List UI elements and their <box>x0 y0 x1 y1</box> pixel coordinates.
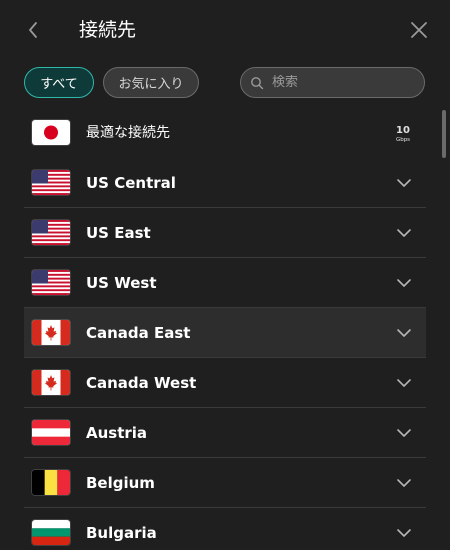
location-label: Canada West <box>86 374 197 392</box>
search-box[interactable] <box>240 67 425 98</box>
location-label: US Central <box>86 174 176 192</box>
location-row-us-central[interactable]: US Central <box>24 158 426 208</box>
location-label: Austria <box>86 424 148 442</box>
chevron-down-icon[interactable] <box>396 525 412 541</box>
canada-flag-icon <box>32 370 70 395</box>
best-location-label: 最適な接続先 <box>86 125 170 141</box>
location-list: 最適な接続先 10 Gbps US Central US East US Wes… <box>24 108 426 550</box>
locations-panel: 接続先 すべて お気に入り 最適な接続先 10 Gbps <box>0 0 450 550</box>
page-title: 接続先 <box>79 19 137 41</box>
chevron-down-icon[interactable] <box>396 325 412 341</box>
chevron-down-icon[interactable] <box>396 225 412 241</box>
location-row-us-east[interactable]: US East <box>24 208 426 258</box>
best-location-row[interactable]: 最適な接続先 10 Gbps <box>24 108 426 158</box>
location-row-belgium[interactable]: Belgium <box>24 458 426 508</box>
bulgaria-flag-icon <box>32 520 70 545</box>
canada-flag-icon <box>32 320 70 345</box>
location-label: Canada East <box>86 324 191 342</box>
svg-text:10: 10 <box>396 125 410 136</box>
svg-text:Gbps: Gbps <box>396 137 410 143</box>
chevron-down-icon[interactable] <box>396 475 412 491</box>
location-label: Belgium <box>86 474 155 492</box>
chevron-down-icon[interactable] <box>396 425 412 441</box>
location-row-austria[interactable]: Austria <box>24 408 426 458</box>
location-label: Bulgaria <box>86 524 157 542</box>
us-flag-icon <box>32 220 70 245</box>
chevron-down-icon[interactable] <box>396 275 412 291</box>
search-icon <box>251 76 264 89</box>
belgium-flag-icon <box>32 470 70 495</box>
us-flag-icon <box>32 270 70 295</box>
us-flag-icon <box>32 170 70 195</box>
location-row-us-west[interactable]: US West <box>24 258 426 308</box>
location-label: US East <box>86 224 151 242</box>
search-input[interactable] <box>272 75 412 90</box>
back-button[interactable] <box>22 18 46 42</box>
header: 接続先 <box>0 0 450 60</box>
japan-flag-icon <box>32 120 70 145</box>
close-icon <box>411 22 427 38</box>
austria-flag-icon <box>32 420 70 445</box>
location-row-bulgaria[interactable]: Bulgaria <box>24 508 426 550</box>
chevron-down-icon[interactable] <box>396 375 412 391</box>
10gbps-badge-icon: 10 Gbps <box>396 125 410 143</box>
location-row-canada-east[interactable]: Canada East <box>24 308 426 358</box>
chevron-down-icon[interactable] <box>396 175 412 191</box>
scrollbar-thumb[interactable] <box>442 110 446 158</box>
location-row-canada-west[interactable]: Canada West <box>24 358 426 408</box>
filter-favorites-tab[interactable]: お気に入り <box>103 67 199 98</box>
chevron-left-icon <box>29 22 37 38</box>
location-label: US West <box>86 274 157 292</box>
close-button[interactable] <box>408 19 430 41</box>
filter-all-tab[interactable]: すべて <box>24 67 94 98</box>
